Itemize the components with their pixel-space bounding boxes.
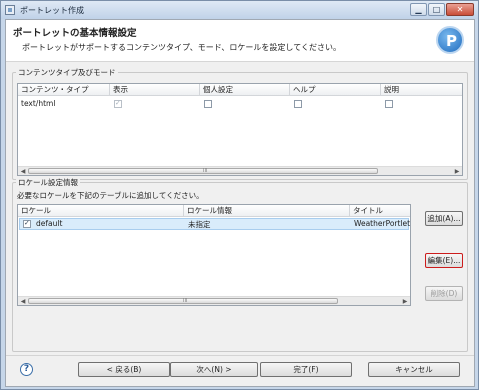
locale-row-checkbox[interactable] xyxy=(23,219,31,228)
scroll-thumb[interactable]: III xyxy=(28,168,378,174)
next-button-visible[interactable]: 次へ(N) > xyxy=(170,362,258,377)
scroll-thumb[interactable]: III xyxy=(28,298,338,304)
locale-title-cell[interactable]: WeatherPortlet xyxy=(354,219,410,228)
edit-locale-button[interactable]: 編集(E)... xyxy=(425,253,463,268)
description-checkbox[interactable] xyxy=(385,100,393,108)
column-header-edit[interactable]: 個人設定 xyxy=(200,84,290,96)
content-type-group-label: コンテンツタイプ及びモード xyxy=(16,67,118,78)
content-type-cell[interactable]: text/html xyxy=(21,99,55,108)
window-title: ポートレット作成 xyxy=(20,5,84,15)
view-mode-checkbox xyxy=(114,99,122,108)
column-header-content-type[interactable]: コンテンツ・タイプ xyxy=(18,84,110,96)
locale-table: ロケール ロケール情報 タイトル default 未指定 WeatherPort… xyxy=(17,204,411,306)
dialog-window: ポートレット作成 ▁ □ ✕ ポートレットの基本情報設定 ポートレットがサポート… xyxy=(0,0,479,390)
locale-info-cell[interactable]: 未指定 xyxy=(188,219,211,230)
locale-group: ロケール設定情報 必要なロケールを下記のテーブルに追加してください。 ロケール … xyxy=(12,177,468,352)
scroll-right-icon[interactable]: ▶ xyxy=(452,167,462,175)
column-header-title[interactable]: タイトル xyxy=(350,205,410,217)
content-type-table: コンテンツ・タイプ 表示 個人設定 ヘルプ 説明 text/html ◀ III… xyxy=(17,83,463,176)
wizard-header: ポートレットの基本情報設定 ポートレットがサポートするコンテンツタイプ、モード、… xyxy=(6,20,474,62)
column-header-description[interactable]: 説明 xyxy=(381,84,462,96)
content-type-table-header: コンテンツ・タイプ 表示 個人設定 ヘルプ 説明 xyxy=(18,84,462,96)
page-subtitle: ポートレットがサポートするコンテンツタイプ、モード、ロケールを設定してください。 xyxy=(22,43,341,52)
locale-hscrollbar[interactable]: ◀ III ▶ xyxy=(18,296,410,305)
locale-table-header: ロケール ロケール情報 タイトル xyxy=(18,205,410,217)
scroll-left-icon[interactable]: ◀ xyxy=(18,297,28,305)
locale-group-label: ロケール設定情報 xyxy=(16,177,80,188)
column-header-view[interactable]: 表示 xyxy=(110,84,200,96)
locale-cell[interactable]: default xyxy=(36,219,62,228)
finish-button[interactable]: 完了(F) xyxy=(260,362,352,377)
edit-mode-checkbox[interactable] xyxy=(204,100,212,108)
minimize-button[interactable]: ▁ xyxy=(410,3,427,16)
close-button[interactable]: ✕ xyxy=(446,3,474,16)
scroll-grip: III xyxy=(183,298,188,304)
column-header-help[interactable]: ヘルプ xyxy=(290,84,381,96)
scroll-left-icon[interactable]: ◀ xyxy=(18,167,28,175)
scroll-grip: III xyxy=(203,168,208,174)
help-mode-checkbox[interactable] xyxy=(294,100,302,108)
column-header-locale-info[interactable]: ロケール情報 xyxy=(184,205,350,217)
table-row[interactable] xyxy=(19,218,409,230)
content-type-hscrollbar[interactable]: ◀ III ▶ xyxy=(18,166,462,175)
help-icon[interactable]: ? xyxy=(20,363,33,376)
back-button[interactable]: < 戻る(B) xyxy=(78,362,170,377)
scroll-right-icon[interactable]: ▶ xyxy=(400,297,410,305)
window-controls: ▁ □ ✕ xyxy=(409,3,474,16)
maximize-button[interactable]: □ xyxy=(428,3,445,16)
title-bar: ポートレット作成 ▁ □ ✕ xyxy=(1,1,478,19)
footer-separator xyxy=(6,355,474,356)
content-type-group: コンテンツタイプ及びモード コンテンツ・タイプ 表示 個人設定 ヘルプ 説明 t… xyxy=(12,67,468,180)
portlet-logo-icon: P xyxy=(436,26,464,54)
app-icon xyxy=(5,5,15,15)
dialog-body: ポートレットの基本情報設定 ポートレットがサポートするコンテンツタイプ、モード、… xyxy=(5,19,475,387)
logo-letter: P xyxy=(446,32,457,50)
delete-locale-button[interactable]: 削除(D) xyxy=(425,286,463,301)
column-header-locale[interactable]: ロケール xyxy=(18,205,184,217)
add-locale-button[interactable]: 追加(A)... xyxy=(425,211,463,226)
locale-instruction: 必要なロケールを下記のテーブルに追加してください。 xyxy=(17,191,204,200)
cancel-button[interactable]: キャンセル xyxy=(368,362,460,377)
page-title: ポートレットの基本情報設定 xyxy=(13,28,137,39)
